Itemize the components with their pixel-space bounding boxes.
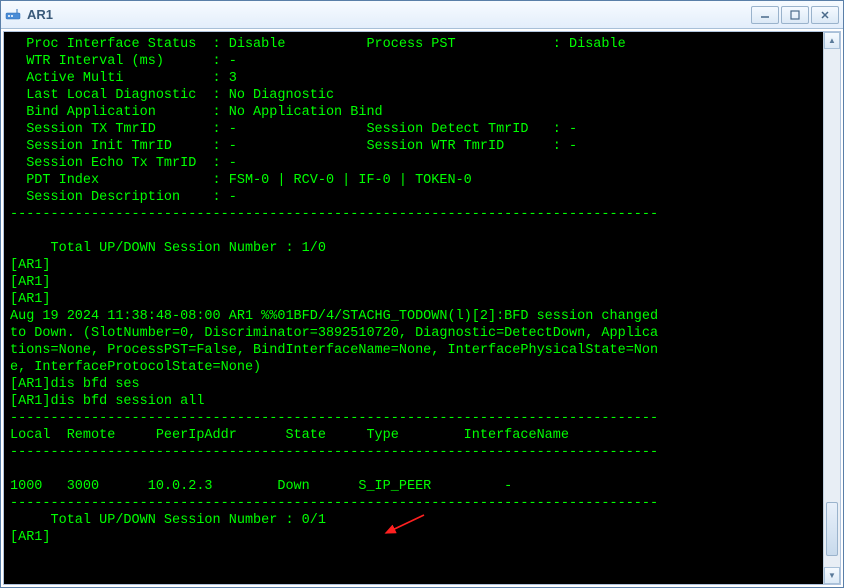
vertical-scrollbar[interactable]: ▲ ▼ [823, 32, 840, 584]
terminal-container: Proc Interface Status : Disable Process … [3, 31, 841, 585]
titlebar[interactable]: AR1 [1, 1, 843, 29]
scroll-up-button[interactable]: ▲ [824, 32, 840, 49]
window-controls [751, 6, 839, 24]
minimize-button[interactable] [751, 6, 779, 24]
terminal-output[interactable]: Proc Interface Status : Disable Process … [4, 32, 823, 584]
window-title: AR1 [27, 7, 751, 22]
router-icon [5, 7, 21, 23]
app-window: AR1 Proc Interface Status : Disable Proc… [0, 0, 844, 588]
scroll-down-button[interactable]: ▼ [824, 567, 840, 584]
scroll-thumb[interactable] [826, 502, 838, 556]
close-button[interactable] [811, 6, 839, 24]
maximize-button[interactable] [781, 6, 809, 24]
